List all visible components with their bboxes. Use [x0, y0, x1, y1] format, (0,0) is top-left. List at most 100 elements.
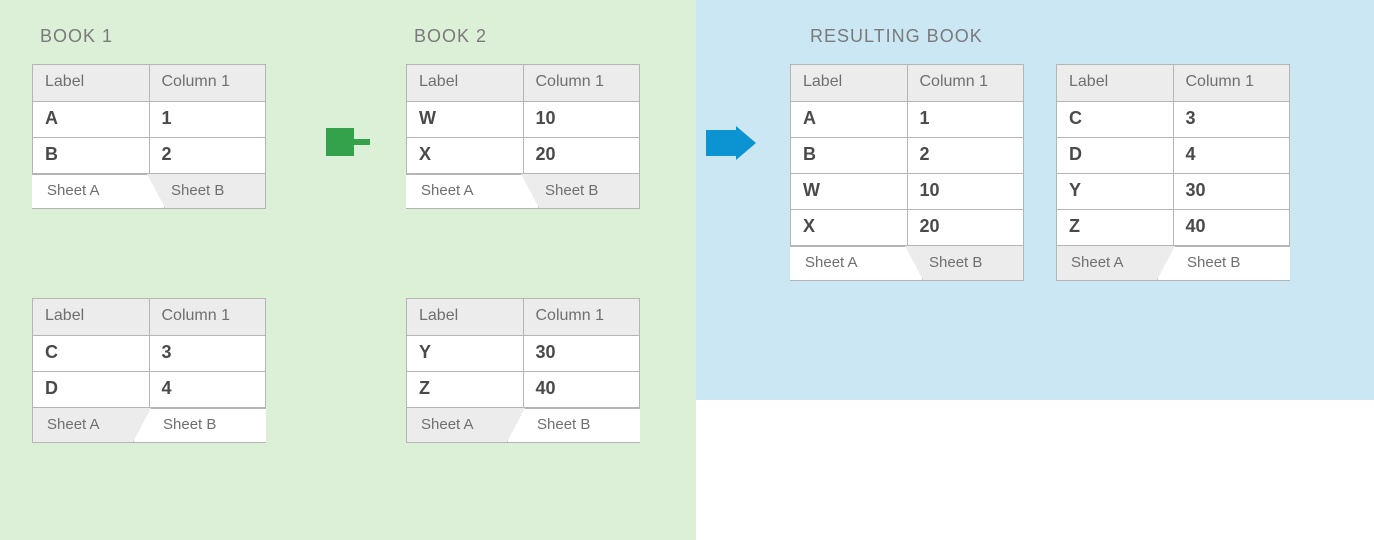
tab-label: Sheet B: [1187, 254, 1240, 271]
table-row: C 3: [1057, 102, 1289, 138]
table-row: W 10: [791, 174, 1023, 210]
tab-label: Sheet B: [537, 182, 598, 199]
diagram-canvas: BOOK 1 BOOK 2 RESULTING BOOK Label Colum…: [0, 0, 1374, 540]
tab-label: Sheet B: [163, 416, 216, 433]
cell-value: 30: [1174, 174, 1290, 210]
cell-label: D: [33, 372, 150, 408]
cell-value: 1: [150, 102, 266, 138]
cell-value: 10: [524, 102, 640, 138]
cell-label: B: [791, 138, 908, 174]
sheet-tabs: Sheet A Sheet B: [407, 174, 639, 208]
tab-label: Sheet A: [47, 416, 100, 433]
sheet-tabs: Sheet A Sheet B: [407, 408, 639, 442]
arrow-right-icon: [706, 126, 756, 160]
cell-value: 3: [150, 336, 266, 372]
table-row: Y 30: [1057, 174, 1289, 210]
cell-value: 40: [524, 372, 640, 408]
workbook-book2-sheet-b: Label Column 1 Y 30 Z 40 Sheet A Sheet B: [406, 298, 640, 443]
tab-label: Sheet A: [421, 182, 474, 199]
cell-value: 20: [524, 138, 640, 174]
cell-label: B: [33, 138, 150, 174]
combine-icon: [326, 128, 370, 160]
col-header-label: Label: [407, 299, 524, 336]
col-header-label: Label: [33, 299, 150, 336]
sheet-tabs: Sheet A Sheet B: [33, 174, 265, 208]
col-header-label: Label: [407, 65, 524, 102]
tab-sheet-b[interactable]: Sheet B: [149, 174, 265, 208]
tab-sheet-a[interactable]: Sheet A: [33, 408, 149, 442]
col-header-col1: Column 1: [524, 65, 640, 102]
col-header-label: Label: [1057, 65, 1174, 102]
table-row: B 2: [33, 138, 265, 174]
table-row: B 2: [791, 138, 1023, 174]
cell-value: 30: [524, 336, 640, 372]
tab-sheet-b[interactable]: Sheet B: [523, 174, 639, 208]
cell-label: D: [1057, 138, 1174, 174]
cell-label: Y: [1057, 174, 1174, 210]
table-row: D 4: [33, 372, 265, 408]
col-header-col1: Column 1: [908, 65, 1024, 102]
title-book1: BOOK 1: [40, 26, 113, 47]
sheet-tabs: Sheet A Sheet B: [791, 246, 1023, 280]
tab-label: Sheet A: [421, 416, 474, 433]
table-row: Z 40: [407, 372, 639, 408]
col-header-col1: Column 1: [150, 65, 266, 102]
table-row: X 20: [407, 138, 639, 174]
col-header-col1: Column 1: [524, 299, 640, 336]
sheet-tabs: Sheet A Sheet B: [33, 408, 265, 442]
table-row: C 3: [33, 336, 265, 372]
tab-sheet-a[interactable]: Sheet A: [791, 246, 907, 280]
cell-label: Z: [407, 372, 524, 408]
cell-value: 4: [150, 372, 266, 408]
workbook-result-sheet-b: Label Column 1 C 3 D 4 Y 30 Z 40 Sheet A…: [1056, 64, 1290, 281]
tab-label: Sheet A: [805, 254, 858, 271]
cell-value: 2: [150, 138, 266, 174]
cell-value: 10: [908, 174, 1024, 210]
col-header-label: Label: [33, 65, 150, 102]
table-row: A 1: [33, 102, 265, 138]
workbook-book2-sheet-a: Label Column 1 W 10 X 20 Sheet A Sheet B: [406, 64, 640, 209]
cell-label: X: [791, 210, 908, 246]
cell-label: A: [791, 102, 908, 138]
cell-label: Z: [1057, 210, 1174, 246]
workbook-book1-sheet-a: Label Column 1 A 1 B 2 Sheet A Sheet B: [32, 64, 266, 209]
table-row: W 10: [407, 102, 639, 138]
sheet-tabs: Sheet A Sheet B: [1057, 246, 1289, 280]
tab-sheet-b[interactable]: Sheet B: [149, 408, 265, 442]
tab-label: Sheet B: [537, 416, 590, 433]
tab-sheet-b[interactable]: Sheet B: [907, 246, 1023, 280]
tab-sheet-b[interactable]: Sheet B: [523, 408, 639, 442]
table-row: D 4: [1057, 138, 1289, 174]
tab-sheet-a[interactable]: Sheet A: [407, 174, 523, 208]
cell-label: C: [33, 336, 150, 372]
tab-label: Sheet A: [1071, 254, 1124, 271]
cell-label: X: [407, 138, 524, 174]
table-row: Y 30: [407, 336, 639, 372]
col-header-col1: Column 1: [150, 299, 266, 336]
cell-label: A: [33, 102, 150, 138]
cell-label: Y: [407, 336, 524, 372]
cell-value: 40: [1174, 210, 1290, 246]
tab-sheet-b[interactable]: Sheet B: [1173, 246, 1289, 280]
col-header-col1: Column 1: [1174, 65, 1290, 102]
tab-sheet-a[interactable]: Sheet A: [33, 174, 149, 208]
cell-label: C: [1057, 102, 1174, 138]
table-row: A 1: [791, 102, 1023, 138]
cell-value: 3: [1174, 102, 1290, 138]
title-result: RESULTING BOOK: [810, 26, 983, 47]
cell-label: W: [791, 174, 908, 210]
tab-sheet-a[interactable]: Sheet A: [407, 408, 523, 442]
title-book2: BOOK 2: [414, 26, 487, 47]
tab-label: Sheet B: [921, 254, 982, 271]
cell-value: 4: [1174, 138, 1290, 174]
table-row: X 20: [791, 210, 1023, 246]
cell-value: 20: [908, 210, 1024, 246]
cell-value: 1: [908, 102, 1024, 138]
cell-label: W: [407, 102, 524, 138]
workbook-result-sheet-a: Label Column 1 A 1 B 2 W 10 X 20 Sheet A…: [790, 64, 1024, 281]
col-header-label: Label: [791, 65, 908, 102]
tab-label: Sheet A: [47, 182, 100, 199]
tab-sheet-a[interactable]: Sheet A: [1057, 246, 1173, 280]
workbook-book1-sheet-b: Label Column 1 C 3 D 4 Sheet A Sheet B: [32, 298, 266, 443]
tab-label: Sheet B: [163, 182, 224, 199]
